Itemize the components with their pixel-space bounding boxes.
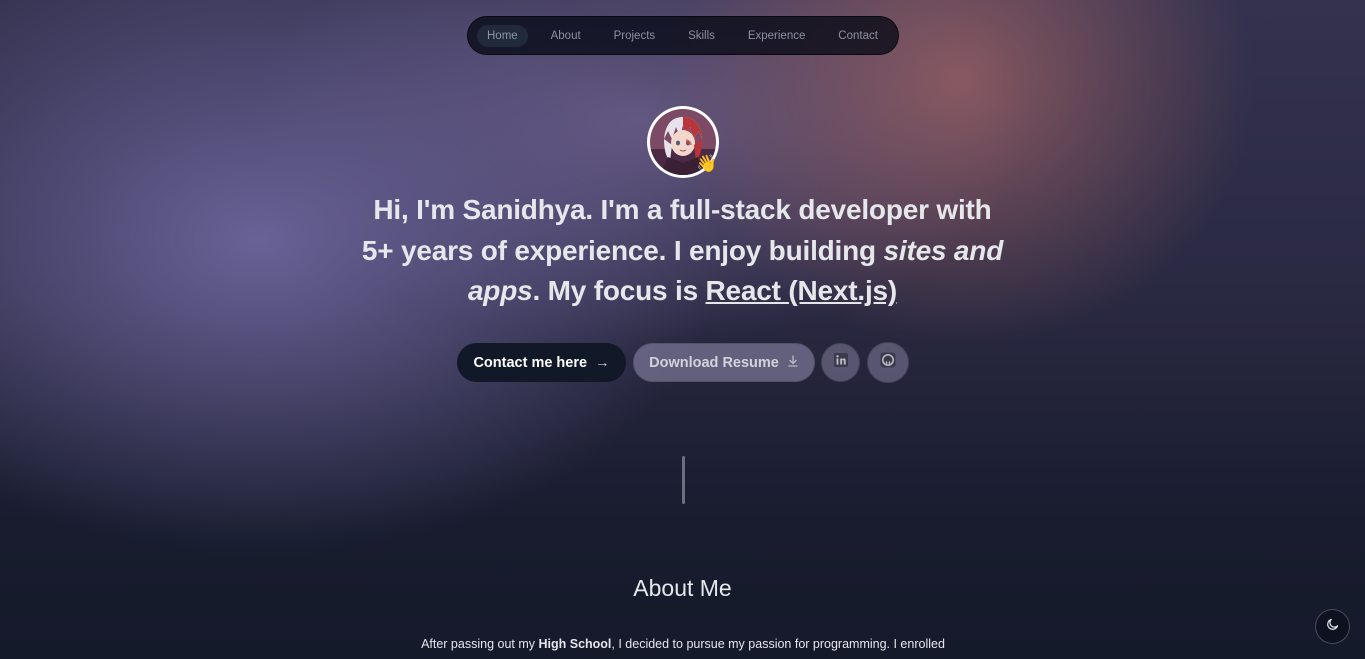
headline-text: with bbox=[928, 194, 992, 225]
linkedin-icon bbox=[833, 353, 848, 372]
headline-text: . My focus is bbox=[532, 275, 706, 306]
wave-hand-emoji: 👋 bbox=[696, 154, 718, 173]
headline-years: 5+ years bbox=[361, 234, 474, 266]
nav-item-about[interactable]: About bbox=[541, 25, 591, 47]
section-divider bbox=[682, 456, 685, 504]
download-icon bbox=[787, 354, 799, 371]
nav-item-skills[interactable]: Skills bbox=[678, 25, 725, 47]
theme-toggle-button[interactable] bbox=[1315, 609, 1350, 644]
headline-greeting: Hi, I'm Sanidhya. bbox=[373, 194, 593, 225]
resume-button-label: Download Resume bbox=[649, 354, 779, 371]
contact-me-button[interactable]: Contact me here → bbox=[457, 343, 626, 382]
arrow-right-icon: → bbox=[595, 354, 610, 371]
download-resume-button[interactable]: Download Resume bbox=[633, 343, 815, 382]
nav-item-home[interactable]: Home bbox=[477, 24, 528, 47]
top-navigation: Home About Projects Skills Experience Co… bbox=[467, 16, 899, 55]
headline-focus: React (Next.js) bbox=[705, 275, 898, 306]
about-section-title: About Me bbox=[633, 575, 732, 601]
github-button[interactable] bbox=[867, 342, 909, 383]
headline-role: full-stack developer bbox=[669, 194, 929, 225]
nav-item-contact[interactable]: Contact bbox=[828, 25, 888, 47]
about-text-part: After passing out my bbox=[421, 637, 539, 651]
nav-item-experience[interactable]: Experience bbox=[738, 25, 816, 47]
linkedin-button[interactable] bbox=[821, 343, 860, 382]
headline-text: I'm a bbox=[592, 194, 670, 225]
headline-text: of experience. I enjoy building bbox=[473, 234, 884, 266]
contact-button-label: Contact me here bbox=[473, 354, 588, 371]
github-icon bbox=[880, 352, 896, 373]
about-text-highschool: High School bbox=[538, 637, 612, 651]
about-text-part: , I decided to pursue my passion for pro… bbox=[611, 637, 945, 651]
nav-item-projects[interactable]: Projects bbox=[604, 25, 666, 47]
about-paragraph: After passing out my High School, I deci… bbox=[410, 631, 956, 657]
hero-headline: Hi, I'm Sanidhya. I'm a full-stack devel… bbox=[360, 190, 1005, 312]
moon-icon bbox=[1326, 617, 1340, 636]
